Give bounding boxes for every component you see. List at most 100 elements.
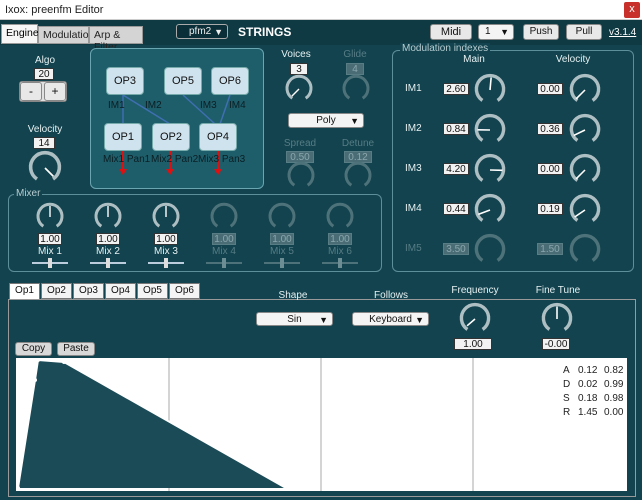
mix6-label: Mix 6 [328,246,352,257]
version-link[interactable]: v3.1.4 [609,27,636,38]
im-velocity-knob[interactable] [568,193,602,227]
tab-modulation[interactable]: Modulation [38,26,94,44]
im-velocity-knob[interactable] [568,73,602,107]
out3-label: Mix3 Pan3 [198,154,246,165]
im-main-knob[interactable] [473,153,507,187]
preset-select-value: pfm2 [189,26,212,37]
im-main-knob[interactable] [473,73,507,107]
pan1-slider[interactable] [32,258,68,268]
op-tab-5[interactable]: Op5 [137,283,168,299]
window-title: Ixox: preenfm Editor [5,4,104,16]
algo-plus-button[interactable]: + [44,82,66,101]
voice-mode-value: Poly [316,115,336,126]
chevron-down-icon: ▼ [319,315,328,325]
shape-label: Shape [278,290,308,301]
modulation-title: Modulation indexes [400,43,491,54]
midi-channel-select[interactable]: 1 ▼ [478,24,514,40]
env-time-value: 1.45 [578,407,598,418]
op-tab-6[interactable]: Op6 [169,283,200,299]
mix3-value[interactable]: 1.00 [154,233,178,245]
velocity-value[interactable]: 14 [33,137,55,149]
im-main-value[interactable]: 0.84 [443,123,469,135]
shape-select[interactable]: Sin ▼ [256,312,333,326]
pan3-slider[interactable] [148,258,184,268]
mix1-label: Mix 1 [38,246,62,257]
pan5-slider [264,258,300,268]
op4-box[interactable]: OP4 [199,123,237,151]
tab-arp-filter[interactable]: Arp & Filter [89,26,143,53]
frequency-label: Frequency [451,285,499,296]
slider-thumb[interactable] [106,258,110,268]
im-velocity-value[interactable]: 0.36 [537,123,563,135]
velocity-header: Velocity [555,54,591,65]
im-row-label: IM1 [405,83,422,94]
mix4-knob [210,202,238,228]
follows-select[interactable]: Keyboard ▼ [352,312,429,326]
velocity-knob[interactable] [27,150,63,186]
velocity-label: Velocity [27,124,63,135]
finetune-label: Fine Tune [535,285,581,296]
op2-box[interactable]: OP2 [152,123,190,151]
op-tab-1[interactable]: Op1 [9,283,40,300]
copy-button[interactable]: Copy [15,342,52,356]
glide-label: Glide [343,49,367,60]
op3-box[interactable]: OP3 [106,67,144,95]
im-velocity-knob[interactable] [568,153,602,187]
slider-thumb [222,258,226,268]
env-param-key: D [563,379,571,390]
env-time-value: 0.12 [578,365,598,376]
preset-select[interactable]: pfm2 ▼ [176,24,228,39]
tab-engine[interactable]: Engine [1,24,39,44]
voice-mode-select[interactable]: Poly ▼ [288,113,364,128]
glide-knob [342,74,370,100]
im-main-knob[interactable] [473,193,507,227]
finetune-knob[interactable] [540,302,574,336]
mix6-knob [326,202,354,228]
chevron-down-icon: ▼ [415,315,424,325]
slider-thumb[interactable] [164,258,168,268]
close-button[interactable]: x [624,2,640,18]
op-tab-4[interactable]: Op4 [105,283,136,299]
im-velocity-value: 1.50 [537,243,563,255]
finetune-value[interactable]: -0.00 [542,338,570,350]
op5-box[interactable]: OP5 [164,67,202,95]
midi-button[interactable]: Midi [430,24,472,40]
im-main-value[interactable]: 2.60 [443,83,469,95]
mix1-value[interactable]: 1.00 [38,233,62,245]
mix2-value[interactable]: 1.00 [96,233,120,245]
slider-thumb[interactable] [48,258,52,268]
im-main-knob[interactable] [473,113,507,147]
mix2-label: Mix 2 [96,246,120,257]
window-titlebar: Ixox: preenfm Editor x [0,0,642,20]
voices-knob[interactable] [284,74,314,104]
mix3-knob[interactable] [151,202,181,232]
op-tab-2[interactable]: Op2 [41,283,72,299]
im-main-value[interactable]: 0.44 [443,203,469,215]
pull-button[interactable]: Pull [566,24,602,40]
im-velocity-value[interactable]: 0.00 [537,163,563,175]
pan2-slider[interactable] [90,258,126,268]
out2-label: Mix2 Pan2 [151,154,199,165]
mix2-knob[interactable] [93,202,123,232]
algo-value[interactable]: 20 [34,68,54,80]
env-level-value: 0.99 [604,379,624,390]
algo-minus-button[interactable]: - [20,82,42,101]
im-velocity-value[interactable]: 0.19 [537,203,563,215]
frequency-knob[interactable] [458,302,492,336]
op1-box[interactable]: OP1 [104,123,142,151]
envelope-graph[interactable] [16,358,627,491]
mix4-label: Mix 4 [212,246,236,257]
im-main-value[interactable]: 4.20 [443,163,469,175]
env-param-key: S [563,393,570,404]
op-tab-3[interactable]: Op3 [73,283,104,299]
detune-label: Detune [341,138,375,149]
op6-box[interactable]: OP6 [211,67,249,95]
voices-label: Voices [281,49,311,60]
frequency-value[interactable]: 1.00 [454,338,492,350]
mix3-label: Mix 3 [154,246,178,257]
paste-button[interactable]: Paste [57,342,95,356]
im-velocity-value[interactable]: 0.00 [537,83,563,95]
im-velocity-knob[interactable] [568,113,602,147]
mix1-knob[interactable] [35,202,65,232]
push-button[interactable]: Push [523,24,559,40]
